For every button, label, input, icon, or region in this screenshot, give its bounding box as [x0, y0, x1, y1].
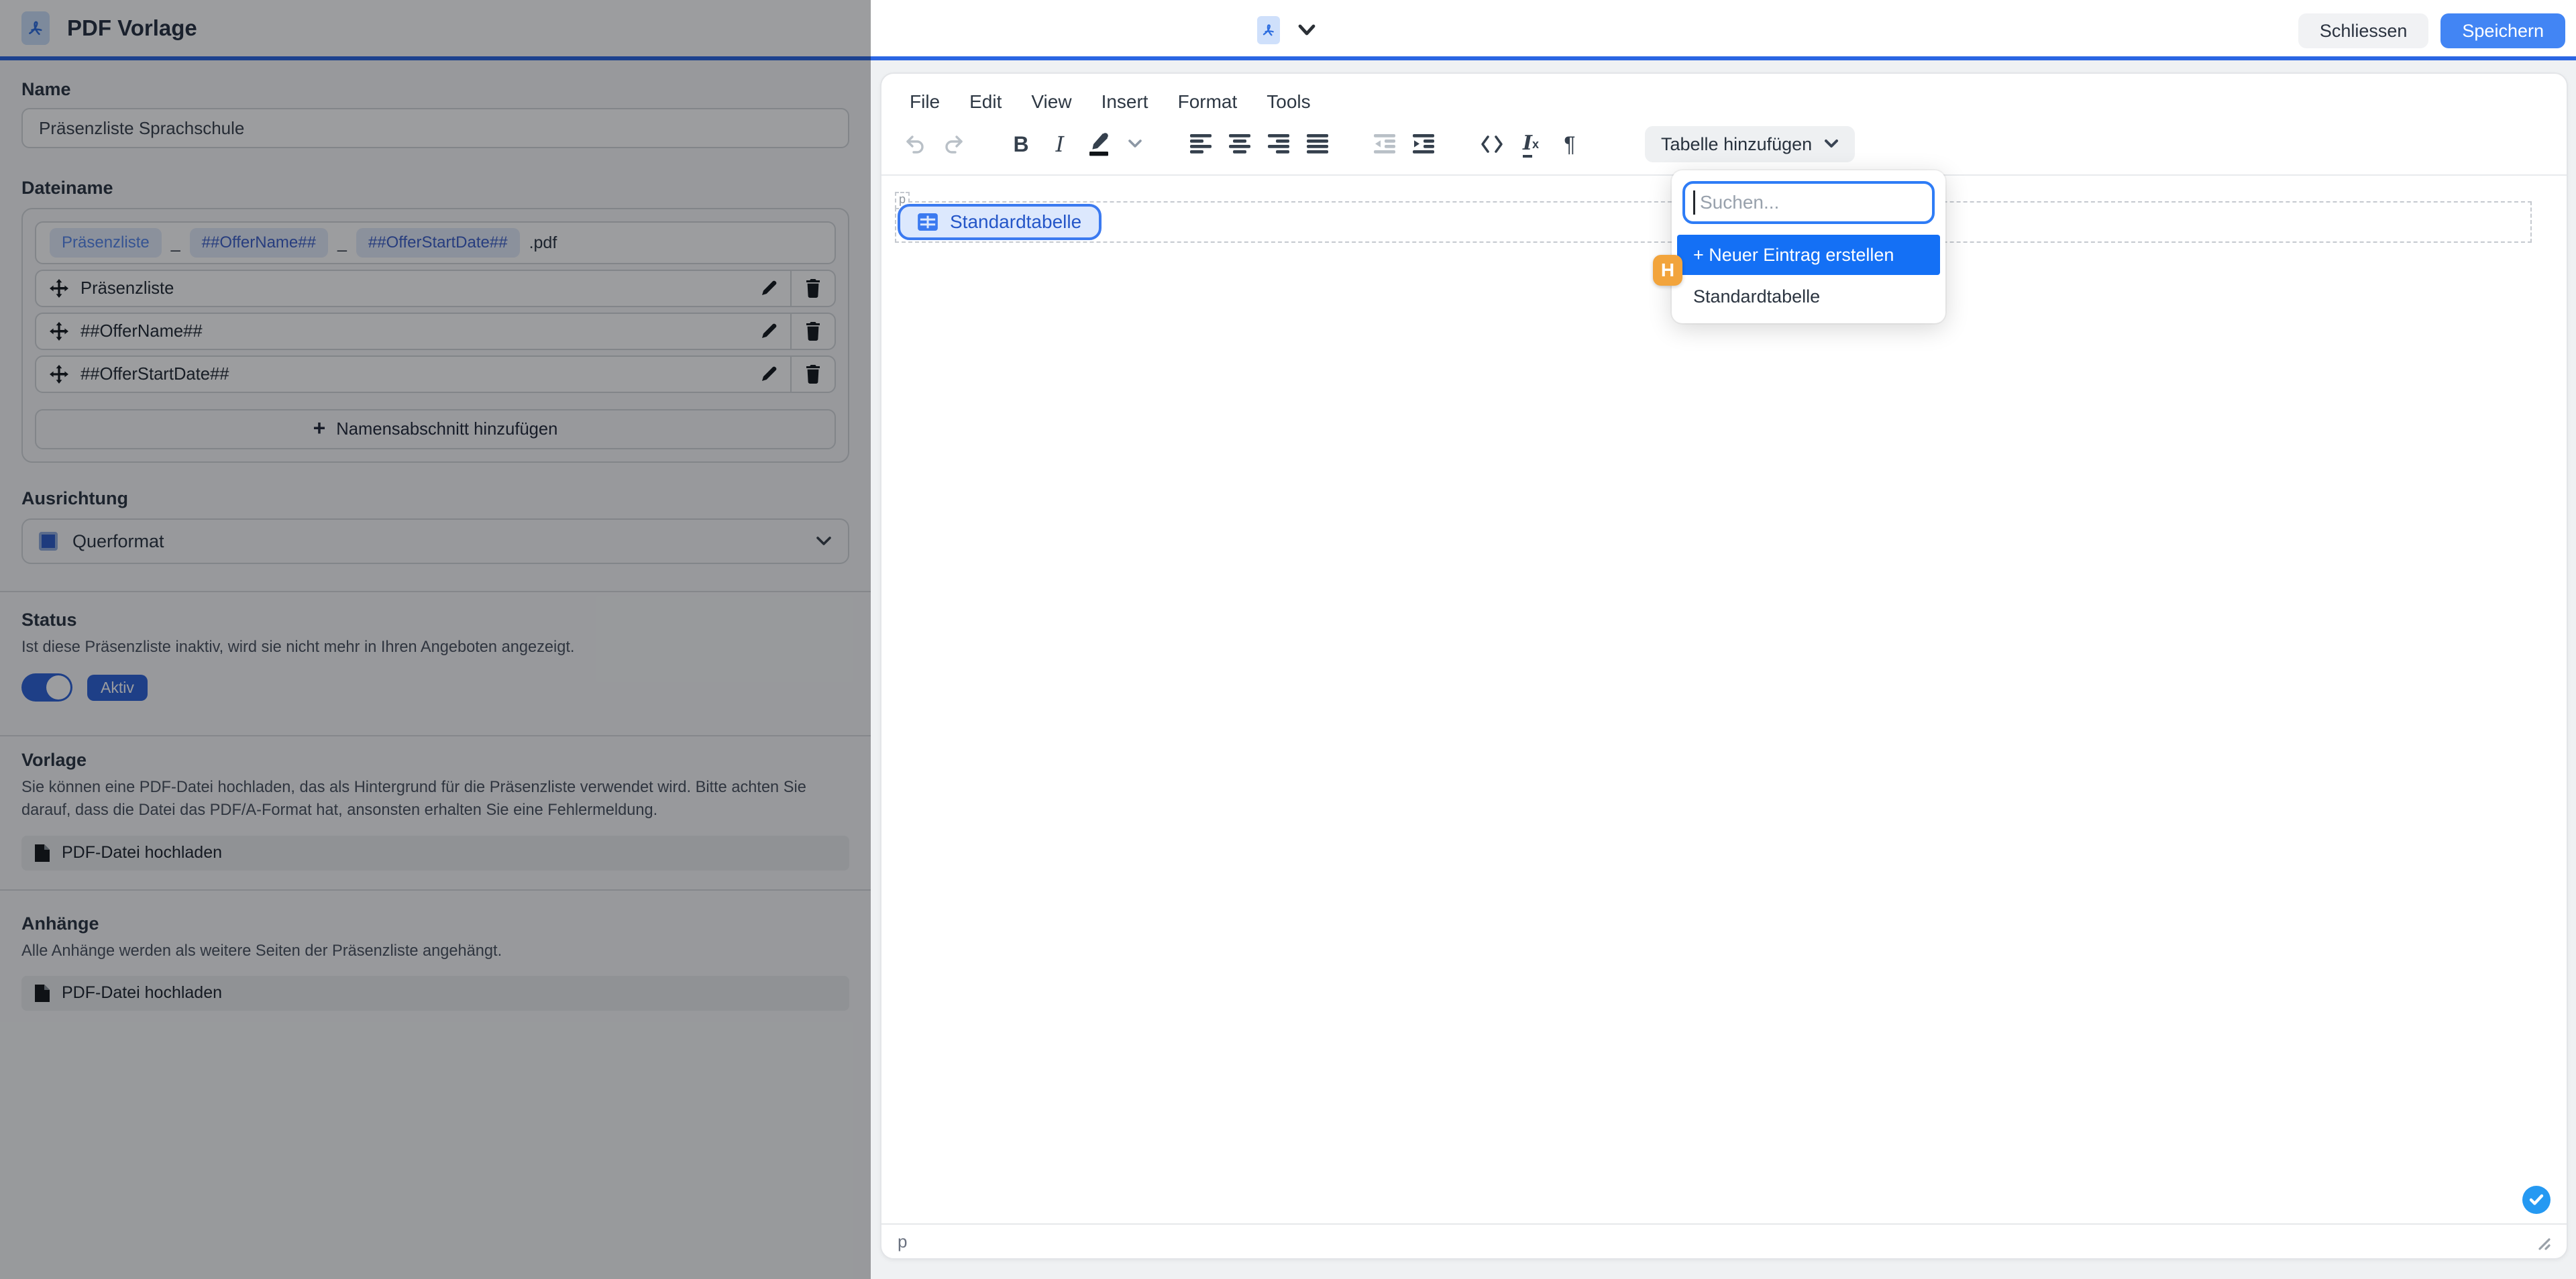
menu-format[interactable]: Format: [1163, 86, 1252, 118]
table-icon: [918, 213, 938, 231]
editor-menubar: File Edit View Insert Format Tools: [881, 74, 2567, 119]
menu-view[interactable]: View: [1016, 86, 1086, 118]
h-badge[interactable]: H: [1653, 255, 1682, 286]
align-right-icon[interactable]: [1263, 127, 1297, 162]
indent-icon[interactable]: [1407, 127, 1442, 162]
text-caret: [1693, 190, 1695, 215]
template-type-dropdown[interactable]: [1257, 0, 1316, 60]
align-center-icon[interactable]: [1224, 127, 1258, 162]
check-icon: [2529, 1194, 2544, 1206]
sidebar: PDF Vorlage Name Dateiname Präsenzliste …: [0, 0, 871, 1279]
highlight-color-icon[interactable]: [1081, 127, 1116, 162]
menu-edit[interactable]: Edit: [955, 86, 1016, 118]
table-dropdown-panel: + Neuer Eintrag erstellen Standardtabell…: [1672, 170, 1945, 323]
pdf-file-icon: [1257, 16, 1280, 44]
chevron-down-icon[interactable]: [1118, 127, 1152, 162]
editor-statusbar: p: [881, 1223, 2567, 1258]
save-button[interactable]: Speichern: [2440, 13, 2565, 48]
check-circle-button[interactable]: [2522, 1186, 2551, 1214]
menu-insert[interactable]: Insert: [1087, 86, 1163, 118]
align-justify-icon[interactable]: [1301, 127, 1336, 162]
clear-formatting-icon[interactable]: Ix: [1513, 127, 1548, 162]
paragraph-icon[interactable]: ¶: [1552, 127, 1587, 162]
create-entry-option[interactable]: + Neuer Eintrag erstellen: [1677, 235, 1940, 275]
add-table-button[interactable]: Tabelle hinzufügen: [1645, 126, 1855, 162]
element-path[interactable]: p: [898, 1231, 907, 1252]
italic-icon[interactable]: I: [1042, 127, 1077, 162]
standardtabelle-chip[interactable]: Standardtabelle: [898, 204, 1102, 240]
pdf-template-editor: PDF Vorlage Name Dateiname Präsenzliste …: [0, 0, 2576, 1279]
resize-handle-icon[interactable]: [2533, 1233, 2551, 1250]
editor-content[interactable]: p Standardtabelle: [881, 181, 2567, 1223]
modal-header: Schliessen Speichern: [871, 0, 2576, 60]
chevron-down-icon: [1297, 23, 1316, 37]
outdent-icon[interactable]: [1368, 127, 1403, 162]
dropdown-option[interactable]: Standardtabelle: [1677, 278, 1940, 315]
editor-toolbar: B I: [881, 119, 2567, 176]
undo-icon[interactable]: [898, 127, 932, 162]
bold-icon[interactable]: B: [1004, 127, 1038, 162]
search-input[interactable]: [1682, 181, 1935, 224]
code-icon[interactable]: [1474, 127, 1509, 162]
menu-file[interactable]: File: [895, 86, 955, 118]
redo-icon[interactable]: [936, 127, 971, 162]
menu-tools[interactable]: Tools: [1252, 86, 1325, 118]
modal-backdrop[interactable]: [0, 0, 871, 1279]
align-left-icon[interactable]: [1185, 127, 1220, 162]
close-button[interactable]: Schliessen: [2298, 13, 2429, 48]
